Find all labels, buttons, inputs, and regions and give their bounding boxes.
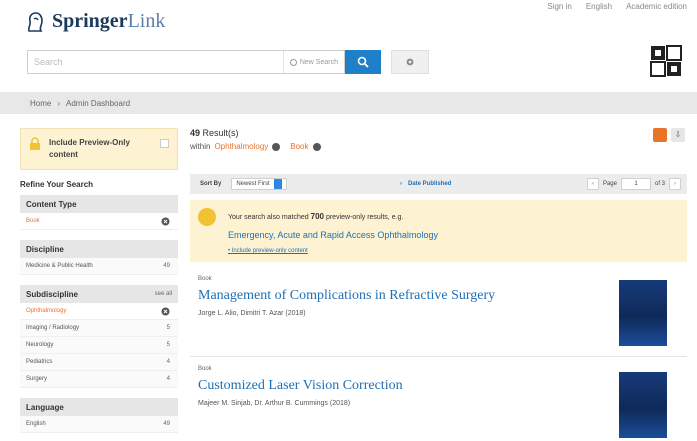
page-of-label: of 3 [654,181,665,187]
facet-item-pediatrics[interactable]: Pediatrics 4 [20,354,178,371]
notice-text: Your search also matched 700 preview-onl… [228,212,404,221]
preview-only-label: Include Preview-Only content [49,138,130,159]
result-divider [190,356,687,357]
filter-book[interactable]: Book [290,142,308,151]
search-bar: New Search [27,50,345,74]
results-panel: 49 Result(s) within Ophthalmology Book ⇩… [190,128,687,438]
institution-logo-icon [650,45,682,77]
book-cover[interactable] [619,372,667,438]
dropdown-arrow-icon [273,179,282,189]
search-button[interactable] [345,50,381,74]
new-search-label: New Search [299,58,338,66]
breadcrumb-admin-dashboard[interactable]: Admin Dashboard [66,99,130,108]
result-item: Book Management of Complications in Refr… [190,276,687,356]
facet-item-surgery[interactable]: Surgery 4 [20,371,178,388]
sort-bar: Sort By Newest First › Date Published ‹ … [190,174,687,194]
facet-header: Language [20,398,178,416]
top-links: Sign in English Academic edition [547,2,687,11]
result-authors: Majeer M. Sinjab, Dr. Arthur B. Cummings… [198,400,351,407]
lock-icon [30,137,40,150]
remove-filter-icon[interactable] [312,142,321,151]
result-type: Book [198,366,212,372]
facet-item-ophthalmology[interactable]: Ophthalmology [20,303,178,320]
remove-filter-icon[interactable] [161,217,170,226]
facet-header: Discipline [20,240,178,258]
download-icon[interactable]: ⇩ [671,128,685,142]
facet-content-type: Content Type Book [20,195,178,230]
next-page-button[interactable]: › [669,178,681,190]
language-link[interactable]: English [586,2,612,11]
facet-header: Subdiscipline see all [20,285,178,303]
facet-item-english[interactable]: English 49 [20,416,178,433]
edition-link[interactable]: Academic edition [626,2,687,11]
pagination: ‹ Page 1 of 3 › [586,178,681,190]
page-label: Page [602,181,617,187]
facet-discipline: Discipline Medicine & Public Health 49 [20,240,178,275]
breadcrumb-home[interactable]: Home [30,99,51,108]
springerlink-logo[interactable]: SpringerLink [26,10,165,33]
search-options-button[interactable] [391,50,429,74]
result-type: Book [198,276,212,282]
breadcrumb-separator-icon: › [57,98,61,108]
facet-header: Content Type [20,195,178,213]
see-all-link[interactable]: see all [155,291,172,297]
result-item: Book Customized Laser Vision Correction … [190,366,687,441]
preview-only-toggle[interactable]: Include Preview-Only content [20,128,178,170]
preview-only-checkbox[interactable] [160,139,169,148]
result-authors: Jorge L. Alio, Dimitri T. Azar (2018) [198,310,306,317]
notice-example-link[interactable]: Emergency, Acute and Rapid Access Ophtha… [228,230,438,240]
facet-item-imaging[interactable]: Imaging / Radiology 5 [20,320,178,337]
date-published-toggle[interactable]: › Date Published [400,181,451,187]
results-count: 49 Result(s) [190,128,239,138]
breadcrumb: Home › Admin Dashboard [0,92,697,114]
remove-filter-icon[interactable] [161,307,170,316]
search-icon [357,56,369,68]
new-search-circle-icon [289,58,297,66]
preview-notice: Your search also matched 700 preview-onl… [190,200,687,262]
sidebar: Include Preview-Only content Refine Your… [20,128,178,441]
new-search-toggle[interactable]: New Search [282,51,344,73]
book-cover[interactable] [619,280,667,346]
active-filters: within Ophthalmology Book [190,142,687,151]
facet-subdiscipline: Subdiscipline see all Ophthalmology Imag… [20,285,178,388]
gear-icon [406,58,414,66]
facet-item-medicine[interactable]: Medicine & Public Health 49 [20,258,178,275]
remove-filter-icon[interactable] [272,142,281,151]
search-input[interactable] [28,51,283,73]
page-input[interactable]: 1 [620,178,651,190]
logo-text: SpringerLink [52,10,166,32]
springer-horse-icon [27,11,43,32]
sign-in-link[interactable]: Sign in [547,2,571,11]
refine-search-title: Refine Your Search [20,180,94,189]
include-preview-link[interactable]: • Include preview-only content [228,248,308,254]
prev-page-button[interactable]: ‹ [586,178,599,190]
facet-item-book[interactable]: Book [20,213,178,230]
result-title[interactable]: Customized Laser Vision Correction [198,378,403,394]
facet-item-neurology[interactable]: Neurology 5 [20,337,178,354]
chevron-right-icon: › [400,181,402,187]
sort-by-label: Sort By [200,181,222,187]
facet-language: Language English 49 [20,398,178,433]
rss-icon[interactable] [653,128,667,142]
filter-ophthalmology[interactable]: Ophthalmology [214,142,268,151]
result-title[interactable]: Management of Complications in Refractiv… [198,288,495,304]
lock-icon [198,208,216,226]
sort-select[interactable]: Newest First [231,178,287,190]
